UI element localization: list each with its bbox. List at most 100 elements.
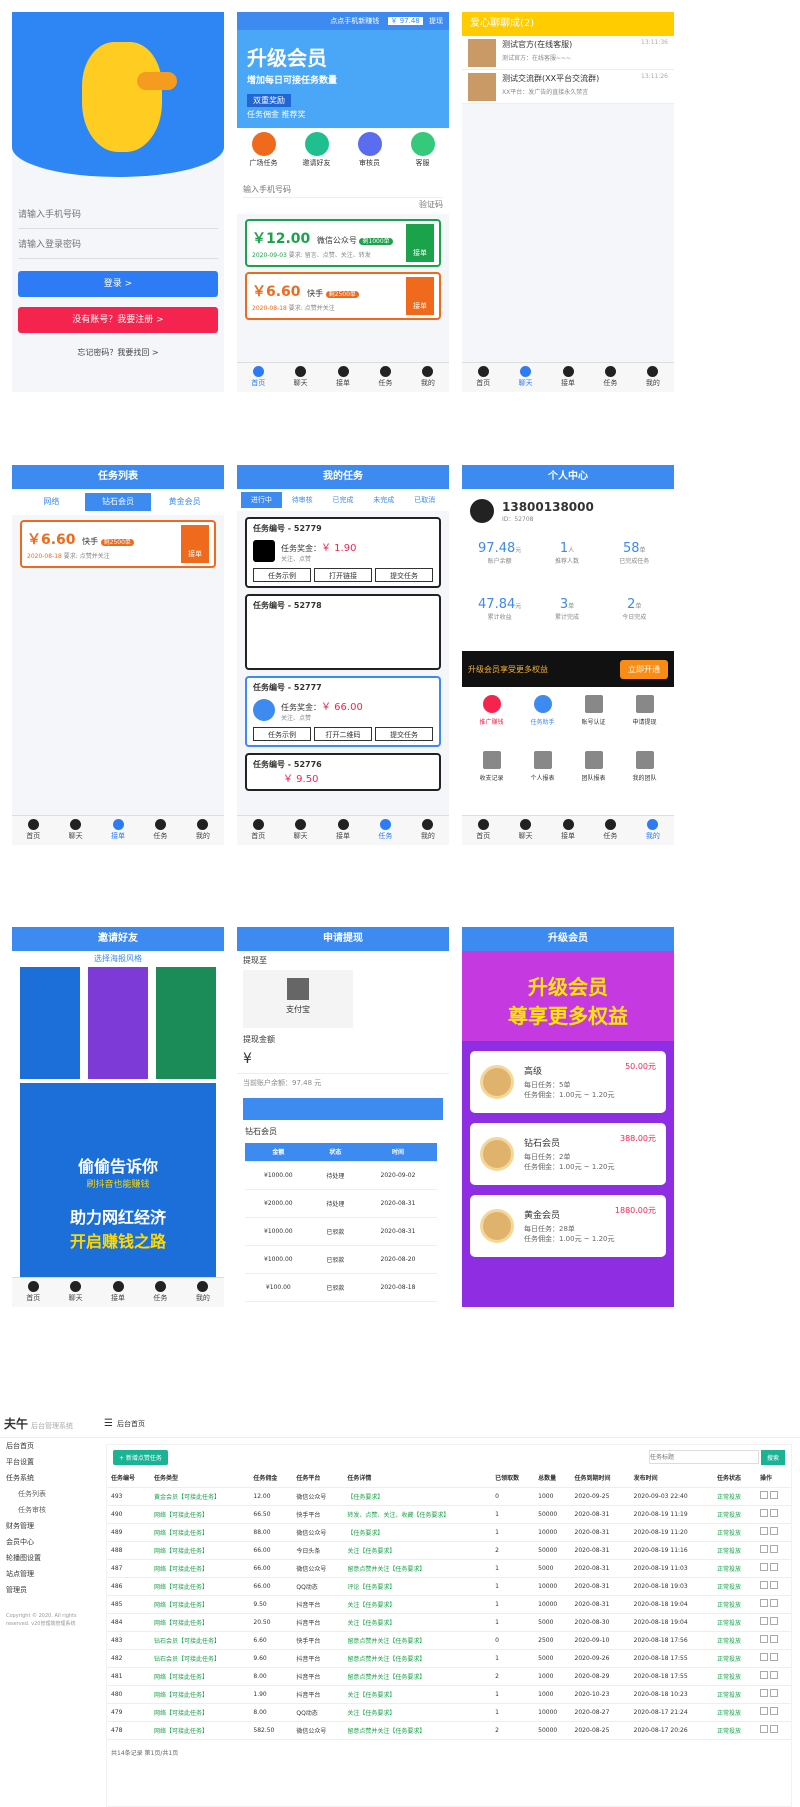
row-actions[interactable]	[755, 1523, 791, 1542]
edit-icon[interactable]	[759, 1599, 768, 1607]
nav-task[interactable]: 任务	[139, 1278, 181, 1307]
forgot-link[interactable]: 忘记密码？我要找回 >	[18, 347, 218, 358]
task-card[interactable]: ￥6.60 快手 剩2500单 2020-08-18 要求: 点赞并关注 接单	[245, 272, 441, 320]
nav-chat[interactable]: 聊天	[279, 816, 321, 845]
banner[interactable]: 升级会员 增加每日可接任务数量 双重奖励 任务佣金 推荐奖	[237, 30, 449, 128]
nav-me[interactable]: 我的	[632, 816, 674, 845]
example-button[interactable]: 任务示例	[253, 727, 311, 741]
menu-assistant[interactable]: 任务助手	[517, 695, 568, 751]
edit-icon[interactable]	[759, 1671, 768, 1679]
sidebar-item-platform[interactable]: 平台设置	[0, 1454, 98, 1470]
tab-undone[interactable]: 未完成	[363, 492, 404, 508]
edit-icon[interactable]	[759, 1491, 768, 1499]
sidebar-item-task-review[interactable]: 任务审核	[0, 1502, 98, 1518]
sidebar-item-task-list[interactable]: 任务列表	[0, 1486, 98, 1502]
menu-promote[interactable]: 推广赚钱	[466, 695, 517, 751]
submit-task-button[interactable]: 提交任务	[375, 727, 433, 741]
chat-item[interactable]: 测试官方(在线客服) 13:11:36 测试官方：在线客服~~~	[462, 36, 674, 70]
search-button[interactable]: 搜索	[760, 1449, 785, 1465]
nav-chat[interactable]: 聊天	[504, 363, 546, 392]
nav-task[interactable]: 任务	[364, 816, 406, 845]
edit-icon[interactable]	[759, 1563, 768, 1571]
menu-personal-report[interactable]: 个人报表	[517, 751, 568, 807]
sidebar-item-carousel[interactable]: 轮播图设置	[0, 1550, 98, 1566]
delete-icon[interactable]	[769, 1581, 778, 1589]
level-card[interactable]: 钻石会员 每日任务：2单 任务佣金：1.00元 ~ 1.20元 388.00元	[470, 1123, 666, 1185]
poster-option[interactable]	[156, 967, 216, 1079]
sidebar-item-task-system[interactable]: 任务系统	[0, 1470, 98, 1486]
sidebar-item-site[interactable]: 站点管理	[0, 1566, 98, 1582]
nav-order[interactable]: 接单	[97, 1278, 139, 1307]
search-input[interactable]	[648, 1450, 759, 1464]
open-qr-button[interactable]: 打开二维码	[314, 727, 372, 741]
level-card[interactable]: 黄金会员 每日任务：28单 任务佣金：1.00元 ~ 1.20元 1880.00元	[470, 1195, 666, 1257]
nav-task[interactable]: 任务	[589, 363, 631, 392]
nav-task[interactable]: 任务	[589, 816, 631, 845]
delete-icon[interactable]	[769, 1545, 778, 1553]
menu-verify[interactable]: 账号认证	[568, 695, 619, 751]
tab-network[interactable]: 网络	[18, 493, 85, 511]
row-actions[interactable]	[755, 1721, 791, 1740]
submit-withdraw-button[interactable]	[243, 1098, 443, 1120]
nav-order[interactable]: 接单	[547, 363, 589, 392]
take-order-button[interactable]: 接单	[406, 224, 434, 262]
nav-me[interactable]: 我的	[182, 816, 224, 845]
delete-icon[interactable]	[769, 1671, 778, 1679]
menu-toggle-icon[interactable]: ☰	[104, 1418, 113, 1429]
open-link-button[interactable]: 打开链接	[314, 568, 372, 582]
row-actions[interactable]	[755, 1559, 791, 1578]
row-actions[interactable]	[755, 1577, 791, 1596]
menu-records[interactable]: 收支记录	[466, 751, 517, 807]
row-actions[interactable]	[755, 1595, 791, 1614]
task-card[interactable]: ￥12.00 微信公众号 剩1000单 2020-09-03 要求: 留言、点赞…	[245, 219, 441, 267]
task-card[interactable]: ￥6.60 快手 剩2500单 2020-08-18 要求: 点赞并关注 接单	[20, 520, 216, 568]
sidebar-item-members[interactable]: 会员中心	[0, 1534, 98, 1550]
submit-task-button[interactable]: 提交任务	[375, 568, 433, 582]
nav-order[interactable]: 接单	[547, 816, 589, 845]
row-actions[interactable]	[755, 1613, 791, 1632]
take-order-button[interactable]: 接单	[181, 525, 209, 563]
level-card[interactable]: 高级 每日任务：5单 任务佣金：1.00元 ~ 1.20元 50.00元	[470, 1051, 666, 1113]
delete-icon[interactable]	[769, 1599, 778, 1607]
delete-icon[interactable]	[769, 1509, 778, 1517]
nav-home[interactable]: 首页	[12, 1278, 54, 1307]
example-button[interactable]: 任务示例	[253, 568, 311, 582]
nav-order[interactable]: 接单	[97, 816, 139, 845]
row-actions[interactable]	[755, 1667, 791, 1686]
edit-icon[interactable]	[759, 1527, 768, 1535]
password-input[interactable]	[18, 231, 218, 259]
nav-task[interactable]: 任务	[139, 816, 181, 845]
tab-gold[interactable]: 黄金会员	[151, 493, 218, 511]
nav-me[interactable]: 我的	[407, 363, 449, 392]
nav-order[interactable]: 接单	[322, 816, 364, 845]
delete-icon[interactable]	[769, 1689, 778, 1697]
tab-done[interactable]: 已完成	[323, 492, 364, 508]
reviewer-icon[interactable]: 审核员	[343, 128, 396, 180]
row-actions[interactable]	[755, 1505, 791, 1524]
poster-option[interactable]	[20, 967, 80, 1079]
delete-icon[interactable]	[769, 1725, 778, 1733]
nav-order[interactable]: 接单	[322, 363, 364, 392]
service-icon[interactable]: 客服	[396, 128, 449, 180]
delete-icon[interactable]	[769, 1653, 778, 1661]
row-actions[interactable]	[755, 1487, 791, 1506]
delete-icon[interactable]	[769, 1617, 778, 1625]
nav-task[interactable]: 任务	[364, 363, 406, 392]
alipay-option[interactable]: 支付宝	[243, 970, 353, 1028]
nav-chat[interactable]: 聊天	[54, 1278, 96, 1307]
edit-icon[interactable]	[759, 1509, 768, 1517]
vip-open-button[interactable]: 立即开通	[620, 659, 668, 679]
tab-pending[interactable]: 待审核	[282, 492, 323, 508]
sidebar-item-admins[interactable]: 管理员	[0, 1582, 98, 1598]
row-actions[interactable]	[755, 1703, 791, 1722]
square-task-icon[interactable]: 广场任务	[237, 128, 290, 180]
edit-icon[interactable]	[759, 1617, 768, 1625]
add-task-button[interactable]: + 新增点赞任务	[113, 1449, 168, 1465]
edit-icon[interactable]	[759, 1725, 768, 1733]
edit-icon[interactable]	[759, 1581, 768, 1589]
edit-icon[interactable]	[759, 1653, 768, 1661]
tab-diamond[interactable]: 钻石会员	[84, 493, 152, 511]
nav-chat[interactable]: 聊天	[504, 816, 546, 845]
nav-home[interactable]: 首页	[237, 816, 279, 845]
tab-ongoing[interactable]: 进行中	[241, 492, 282, 508]
